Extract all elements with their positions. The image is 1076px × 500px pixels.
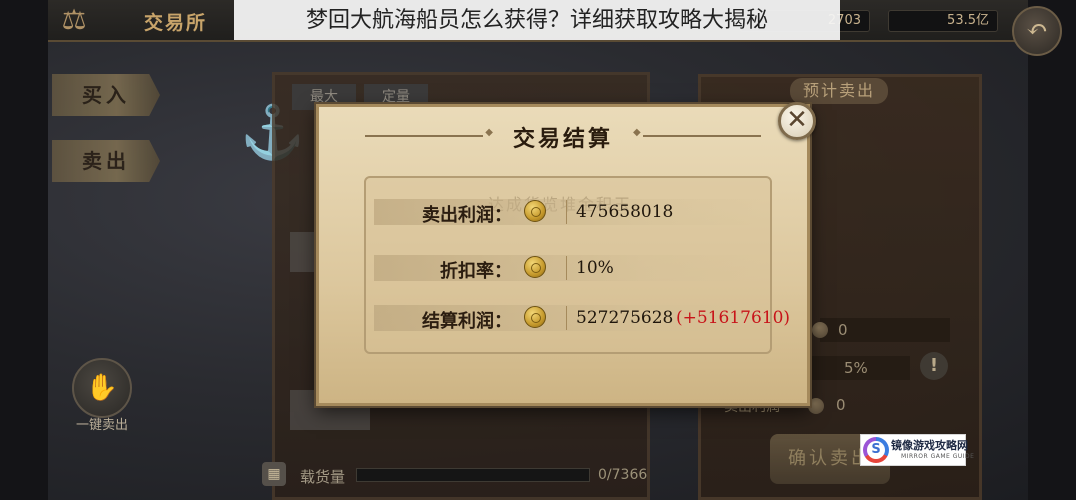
discount-value: 5%: [844, 359, 868, 377]
cargo-bar: [356, 468, 590, 482]
sell-preview-header: 预计卖出: [790, 78, 888, 104]
settlement-profit-value: 527275628: [576, 308, 674, 328]
tab-sell[interactable]: 卖出: [52, 140, 160, 182]
coin-icon: [812, 322, 828, 338]
cargo-label: 载货量: [300, 468, 346, 486]
cargo-icon: ▦: [262, 462, 286, 486]
gold-coin-icon: [524, 200, 546, 222]
article-caption: 梦回大航海船员怎么获得？详细获取攻略大揭秘: [234, 0, 840, 40]
gold-coin-icon: [524, 306, 546, 328]
exclamation-icon[interactable]: !: [920, 352, 948, 380]
title-divider-right: [633, 127, 761, 138]
gold-coin-icon: [524, 256, 546, 278]
dialog-title: 交易结算: [512, 126, 613, 152]
settlement-profit-label: 结算利润：: [422, 311, 512, 332]
discount-rate-value: 10%: [576, 258, 614, 278]
back-arrow-icon[interactable]: ↶: [1012, 6, 1062, 56]
cargo-value: 0/7366: [598, 467, 648, 483]
row-divider: [566, 200, 567, 224]
coin-icon: [808, 398, 824, 414]
sell-value: 0: [838, 321, 848, 339]
profit-bonus: (+51617610): [676, 308, 791, 328]
sell-profit-value: 475658018: [576, 202, 674, 222]
row-divider: [566, 256, 567, 280]
sell-profit-label: 卖出利润：: [422, 205, 512, 226]
exchange-title: 交易所: [144, 12, 208, 34]
one-key-sell-label: 一键卖出: [75, 418, 128, 433]
right-letterbox: [1028, 0, 1076, 500]
resource-counter-2: 53.5亿: [888, 10, 998, 32]
row-divider: [566, 306, 567, 330]
logo-mark-icon: [863, 437, 889, 463]
profit-value: 0: [836, 396, 846, 414]
logo-text: 镜像游戏攻略网: [891, 439, 968, 452]
tab-buy[interactable]: 买入: [52, 74, 160, 116]
scale-icon: ⚖: [61, 3, 87, 36]
logo-subtext: MIRROR GAME GUIDE: [901, 453, 975, 460]
site-logo: 镜像游戏攻略网 MIRROR GAME GUIDE: [860, 434, 974, 466]
left-letterbox: [0, 0, 48, 500]
discount-rate-label: 折扣率：: [440, 261, 512, 282]
one-key-sell-icon[interactable]: ✋: [72, 358, 132, 418]
close-icon[interactable]: ✕: [778, 102, 816, 140]
